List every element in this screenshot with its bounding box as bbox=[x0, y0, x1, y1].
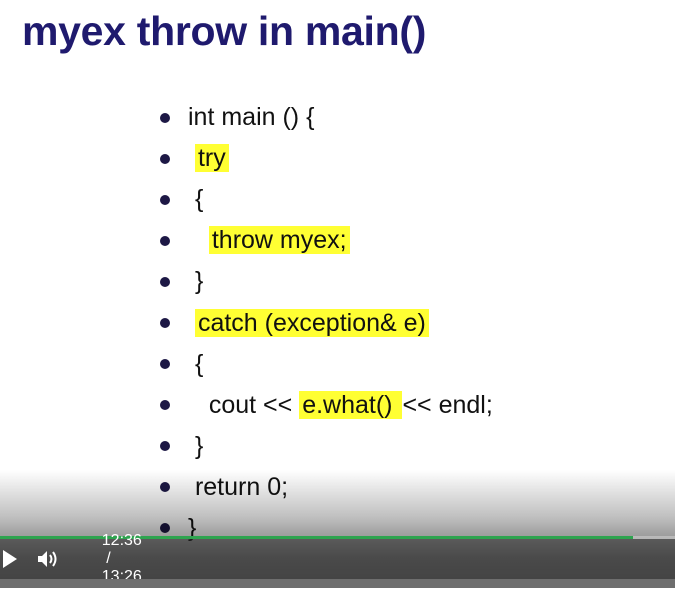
play-button[interactable] bbox=[0, 544, 20, 574]
slide-title: myex throw in main() bbox=[22, 8, 427, 54]
bullet-dot-icon bbox=[160, 523, 170, 534]
code-text: { bbox=[188, 349, 204, 378]
code-line-text: cout << e.what() << endl; bbox=[188, 390, 493, 420]
code-line-text: return 0; bbox=[188, 473, 288, 502]
bullet-dot-icon bbox=[160, 482, 170, 493]
bullet-dot-icon bbox=[160, 194, 170, 205]
code-line-text: } bbox=[188, 432, 203, 461]
volume-icon bbox=[38, 551, 57, 567]
code-text: << endl; bbox=[402, 390, 493, 419]
video-controls: 12:36 / 13:26 bbox=[0, 532, 675, 585]
highlighted-code: try bbox=[194, 144, 229, 173]
code-line-text: { bbox=[188, 185, 203, 214]
play-icon bbox=[3, 550, 17, 568]
bullet-dot-icon bbox=[160, 441, 170, 452]
code-line-text: throw myex; bbox=[188, 226, 350, 255]
code-text: { bbox=[188, 185, 204, 214]
code-text: return 0; bbox=[188, 472, 289, 501]
bullet-dot-icon bbox=[160, 359, 170, 370]
code-line-text: } bbox=[188, 267, 203, 296]
code-text: int main () { bbox=[188, 103, 315, 132]
code-text: cout << bbox=[188, 390, 300, 419]
code-text: } bbox=[188, 431, 204, 460]
highlighted-code: catch (exception& e) bbox=[194, 308, 429, 337]
code-text: } bbox=[188, 267, 204, 296]
bullet-dot-icon bbox=[160, 400, 170, 411]
time-display: 12:36 / 13:26 bbox=[84, 514, 142, 604]
code-line-text: try bbox=[188, 144, 229, 173]
bullet-dot-icon bbox=[160, 153, 170, 164]
player-bottom-edge bbox=[0, 579, 675, 588]
highlighted-code: e.what() bbox=[299, 390, 403, 419]
code-line-text: { bbox=[188, 350, 203, 379]
bullet-dot-icon bbox=[160, 276, 170, 287]
code-line-text: catch (exception& e) bbox=[188, 308, 429, 338]
code-line-text: int main () { bbox=[188, 103, 314, 132]
bullet-dot-icon bbox=[160, 112, 170, 123]
volume-button[interactable] bbox=[34, 544, 64, 574]
highlighted-code: throw myex; bbox=[208, 226, 350, 255]
time-separator: / bbox=[106, 550, 111, 567]
current-time: 12:36 bbox=[101, 532, 142, 549]
bullet-dot-icon bbox=[160, 318, 170, 329]
bullet-dot-icon bbox=[160, 235, 170, 246]
